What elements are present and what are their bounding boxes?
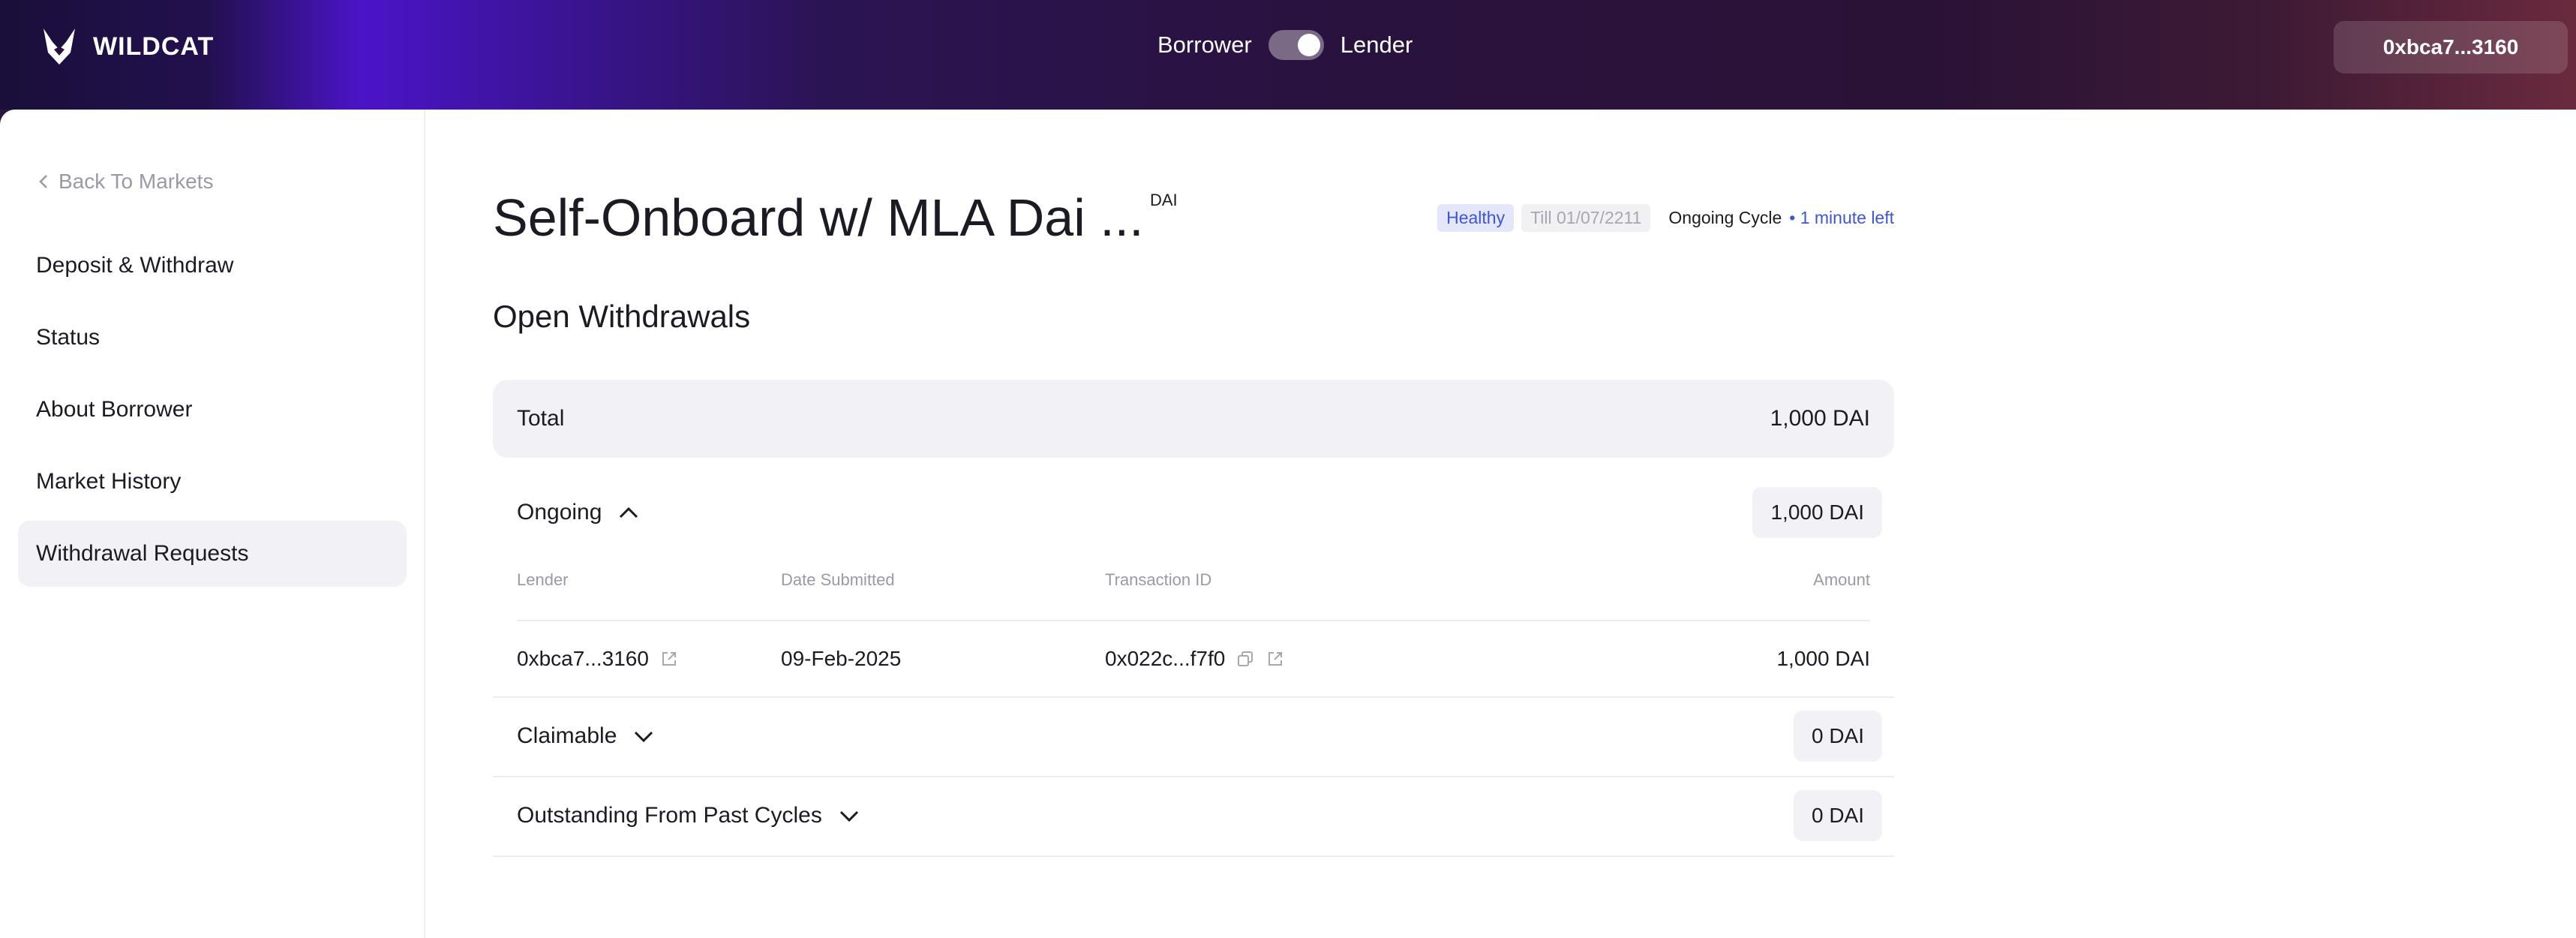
sidebar-item-withdrawal-requests[interactable]: Withdrawal Requests (18, 521, 407, 587)
back-to-markets-label: Back To Markets (59, 170, 214, 193)
health-badge: Healthy (1437, 204, 1515, 232)
date-submitted: 09-Feb-2025 (781, 647, 902, 670)
table-divider (517, 620, 1870, 621)
lender-address: 0xbca7...3160 (517, 647, 649, 670)
back-to-markets-link[interactable]: Back To Markets (38, 170, 213, 194)
table-row-date: 09-Feb-2025 (781, 647, 901, 671)
ongoing-group-header[interactable]: Ongoing 1,000 DAI (493, 482, 1894, 543)
claimable-label: Claimable (517, 723, 617, 748)
wildcat-logo-icon (44, 29, 75, 65)
amount-value: 1,000 DAI (1776, 647, 1870, 670)
column-header-amount: Amount (1813, 570, 1870, 589)
cycle-time-left: • 1 minute left (1789, 208, 1894, 227)
claimable-value: 0 DAI (1793, 711, 1882, 762)
sidebar-item-status[interactable]: Status (18, 305, 407, 371)
claimable-group-header[interactable]: Claimable 0 DAI (493, 707, 1894, 765)
transaction-id: 0x022c...f7f0 (1105, 647, 1226, 670)
table-row-transaction: 0x022c...f7f0 (1105, 647, 1285, 671)
total-label: Total (517, 406, 565, 431)
chevron-left-icon (39, 175, 47, 188)
copy-icon[interactable] (1235, 649, 1255, 669)
brand-name: WILDCAT (93, 32, 215, 61)
cycle-label: Ongoing Cycle (1668, 208, 1782, 227)
external-link-icon[interactable] (1265, 649, 1285, 669)
brand-logo[interactable]: WILDCAT (41, 27, 214, 66)
market-status-row: Healthy Till 01/07/2211 Ongoing Cycle • … (1437, 204, 1894, 232)
outstanding-toggle[interactable]: Outstanding From Past Cycles (517, 803, 860, 828)
top-header: WILDCAT Borrower Lender 0xbca7...3160 (0, 0, 2576, 110)
column-header-lender: Lender (517, 570, 569, 589)
column-header-transaction: Transaction ID (1105, 570, 1212, 589)
sidebar-item-market-history[interactable]: Market History (18, 449, 407, 515)
ongoing-value: 1,000 DAI (1752, 487, 1882, 538)
role-borrower-label[interactable]: Borrower (1157, 32, 1252, 59)
switch-knob (1297, 34, 1320, 56)
table-row-amount: 1,000 DAI (1776, 647, 1870, 671)
total-row: Total 1,000 DAI (493, 380, 1894, 458)
claimable-toggle[interactable]: Claimable (517, 723, 654, 749)
role-lender-label[interactable]: Lender (1341, 32, 1413, 59)
total-value: 1,000 DAI (1770, 406, 1870, 431)
outstanding-value: 0 DAI (1793, 790, 1882, 841)
role-switch[interactable] (1268, 30, 1324, 60)
wallet-button[interactable]: 0xbca7...3160 (2334, 21, 2568, 74)
sidebar-item-about-borrower[interactable]: About Borrower (18, 377, 407, 443)
sidebar-item-deposit-withdraw[interactable]: Deposit & Withdraw (18, 233, 407, 299)
column-header-date: Date Submitted (781, 570, 895, 589)
sidebar: Back To Markets Deposit & Withdraw Statu… (0, 110, 425, 938)
ongoing-label: Ongoing (517, 500, 602, 525)
role-toggle: Borrower Lender (1157, 30, 1413, 60)
table-row-lender: 0xbca7...3160 (517, 647, 679, 671)
section-divider (493, 776, 1894, 777)
outstanding-group-header[interactable]: Outstanding From Past Cycles 0 DAI (493, 786, 1894, 845)
chevron-down-icon (839, 810, 858, 822)
content-panel: Back To Markets Deposit & Withdraw Statu… (0, 110, 2576, 938)
section-title: Open Withdrawals (493, 299, 751, 334)
till-date-badge: Till 01/07/2211 (1521, 204, 1651, 232)
section-divider (493, 855, 1894, 857)
market-asset-symbol: DAI (1150, 191, 1178, 209)
ongoing-toggle[interactable]: Ongoing (517, 500, 639, 525)
chevron-down-icon (635, 731, 653, 743)
external-link-icon[interactable] (659, 649, 679, 669)
chevron-up-icon (620, 507, 638, 519)
outstanding-label: Outstanding From Past Cycles (517, 803, 822, 828)
section-divider (493, 696, 1894, 698)
market-title: Self-Onboard w/ MLA Dai ... (493, 188, 1144, 247)
